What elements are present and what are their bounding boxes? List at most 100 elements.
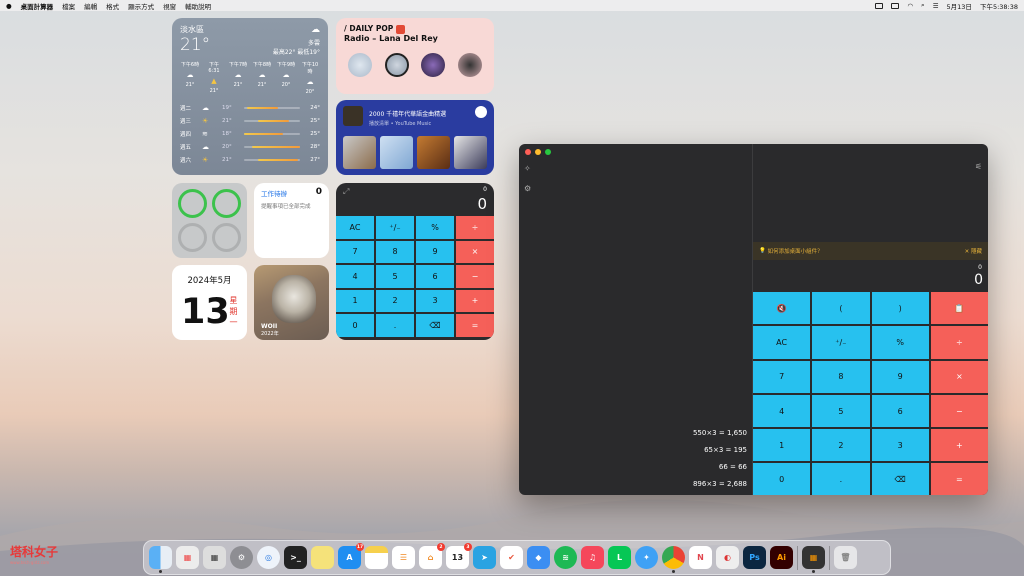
calc-window-key[interactable]: 9 xyxy=(871,360,929,393)
photoshop-icon[interactable]: Ps xyxy=(743,546,766,569)
calc-widget-key[interactable]: 0 xyxy=(336,314,374,337)
zoom-button[interactable] xyxy=(545,149,551,155)
calc-widget-key[interactable]: % xyxy=(416,216,454,239)
status-icon[interactable] xyxy=(875,2,884,9)
menu-help[interactable]: 輔助說明 xyxy=(185,1,211,11)
calc-window-key[interactable]: 4 xyxy=(753,394,811,428)
album-cover[interactable] xyxy=(454,136,487,169)
weather-widget[interactable]: 淡水區 21° ☁ 多雲 最高22° 最低19° 下午6時 ☁ 21° 下午6:31… xyxy=(172,18,328,175)
calc-widget-key[interactable]: × xyxy=(456,240,494,263)
calc-window-key[interactable]: 🔇 xyxy=(753,292,811,325)
calc-window-key[interactable]: 3 xyxy=(871,429,929,462)
history-item[interactable]: 896×3 = 2,688 xyxy=(693,476,747,493)
menu-file[interactable]: 檔案 xyxy=(62,1,75,11)
reminders-widget[interactable]: 工作待辦 0 提醒事項已全部完成 xyxy=(254,183,329,258)
music-widget[interactable]: / DAILY POP Radio – Lana Del Rey xyxy=(336,18,494,94)
home-icon[interactable]: ⌂ 2 xyxy=(419,543,445,569)
close-button[interactable] xyxy=(525,149,531,155)
calc-widget-key[interactable]: ÷ xyxy=(456,216,494,239)
calc-window-key[interactable]: 0 xyxy=(753,463,811,495)
calc-window-key[interactable]: 1 xyxy=(753,429,811,462)
sparkle-icon[interactable]: ✧ xyxy=(524,164,531,173)
app-store-icon[interactable]: A 17 xyxy=(338,543,364,569)
calc-widget-key[interactable]: 1 xyxy=(336,289,374,312)
calc-window-key[interactable]: 7 xyxy=(753,360,811,393)
calc-window-key[interactable]: 5 xyxy=(812,394,870,428)
expand-icon[interactable]: ⤢ xyxy=(343,187,349,197)
calc-widget-key[interactable]: 5 xyxy=(376,265,414,288)
calc-window-key[interactable]: 6 xyxy=(871,394,929,428)
control-center-icon[interactable]: ☰ xyxy=(933,2,939,10)
calc-widget-key[interactable]: 9 xyxy=(416,240,454,263)
menu-format[interactable]: 格式 xyxy=(106,1,119,11)
calc-window-key[interactable]: % xyxy=(871,326,929,359)
calc-window-key[interactable]: + xyxy=(930,429,988,462)
album-cover[interactable] xyxy=(417,136,450,169)
minimize-button[interactable] xyxy=(535,149,541,155)
menu-window[interactable]: 視窗 xyxy=(163,1,176,11)
spotify-icon[interactable]: ≋ xyxy=(554,546,577,569)
menu-app-name[interactable]: 桌面計算器 xyxy=(21,1,54,11)
safari-icon[interactable]: ✦ xyxy=(635,546,658,569)
menu-edit[interactable]: 編輯 xyxy=(84,1,97,11)
chrome-icon[interactable] xyxy=(662,546,685,573)
calc-widget-key[interactable]: ⌫ xyxy=(416,314,454,337)
calc-window-key[interactable]: ( xyxy=(812,292,870,325)
calc-widget-key[interactable]: = xyxy=(456,314,494,337)
calc-widget-key[interactable]: 4 xyxy=(336,265,374,288)
calculator-app-icon[interactable]: ▦ xyxy=(203,546,226,569)
telegram-icon[interactable]: ➤ xyxy=(473,546,496,569)
search-icon[interactable]: ⌕ xyxy=(921,1,925,10)
calc-widget-key[interactable]: 3 xyxy=(416,289,454,312)
notion-icon[interactable]: N xyxy=(689,546,712,569)
history-item[interactable]: 65×3 = 195 xyxy=(693,442,747,459)
calc-widget-key[interactable]: 8 xyxy=(376,240,414,263)
calc-widget-key[interactable]: . xyxy=(376,314,414,337)
wifi-icon[interactable]: ◠ xyxy=(907,2,913,10)
album-art[interactable] xyxy=(384,52,409,77)
album-art[interactable] xyxy=(457,52,482,77)
apple-icon[interactable]: ● xyxy=(6,2,12,10)
notes-app-icon[interactable] xyxy=(365,546,388,569)
calc-window-key[interactable]: AC xyxy=(753,326,811,359)
calc-window-key[interactable]: 📋 xyxy=(930,292,988,325)
reminders-icon[interactable]: ☰ xyxy=(392,546,415,569)
battery-widget[interactable] xyxy=(172,183,247,258)
album-cover[interactable] xyxy=(380,136,413,169)
calc-window-key[interactable]: − xyxy=(930,394,988,428)
hide-tip-button[interactable]: ✕ 隱藏 xyxy=(965,247,982,255)
calc-widget-key[interactable]: ⁺∕₋ xyxy=(376,216,414,239)
calc-widget-key[interactable]: 7 xyxy=(336,240,374,263)
terminal-icon[interactable]: >_ xyxy=(284,546,307,569)
calendar-icon[interactable]: 13 3 xyxy=(446,543,472,569)
calculator-window[interactable]: ✧ ⚙ 550×3 = 1,650 65×3 = 195 66 = 66 896… xyxy=(519,144,988,495)
menu-view[interactable]: 顯示方式 xyxy=(128,1,154,11)
calendar-widget[interactable]: 2024年5月 13 星期一 xyxy=(172,265,247,340)
todo-icon[interactable]: ✔ xyxy=(500,546,523,569)
music-icon[interactable]: ♫ xyxy=(581,546,604,569)
calc-widget-key[interactable]: 2 xyxy=(376,289,414,312)
youtube-music-widget[interactable]: 2000 千禧年代華語金曲精選 播放清單 • YouTube Music xyxy=(336,100,494,175)
calc-window-key[interactable]: ) xyxy=(871,292,929,325)
calc-widget-key[interactable]: − xyxy=(456,265,494,288)
finder-icon[interactable] xyxy=(149,546,172,573)
battery-icon[interactable] xyxy=(891,2,900,9)
notes-icon[interactable] xyxy=(311,546,334,569)
line-icon[interactable]: L xyxy=(608,546,631,569)
calc-window-key[interactable]: ⁺∕₋ xyxy=(812,326,870,359)
menu-date[interactable]: 5月13日 xyxy=(947,1,972,11)
history-item[interactable]: 550×3 = 1,650 xyxy=(693,425,747,442)
calc-window-key[interactable]: × xyxy=(930,360,988,393)
calc-widget-key[interactable]: + xyxy=(456,289,494,312)
calc-window-key[interactable]: 8 xyxy=(812,360,870,393)
calc-window-key[interactable]: . xyxy=(812,463,870,495)
album-art[interactable] xyxy=(348,52,372,77)
copilot-icon[interactable]: ◆ xyxy=(527,546,550,569)
album-art[interactable] xyxy=(421,52,446,77)
calc-widget-key[interactable]: 6 xyxy=(416,265,454,288)
menu-time[interactable]: 下午5:38:38 xyxy=(980,1,1018,11)
screen-recorder-icon[interactable]: ◐ xyxy=(716,546,739,569)
history-item[interactable]: 66 = 66 xyxy=(693,459,747,476)
trash-icon[interactable]: 🗑 xyxy=(834,546,857,569)
tip-banner[interactable]: 💡 如何添加桌面小組件？ ✕ 隱藏 xyxy=(753,242,988,260)
